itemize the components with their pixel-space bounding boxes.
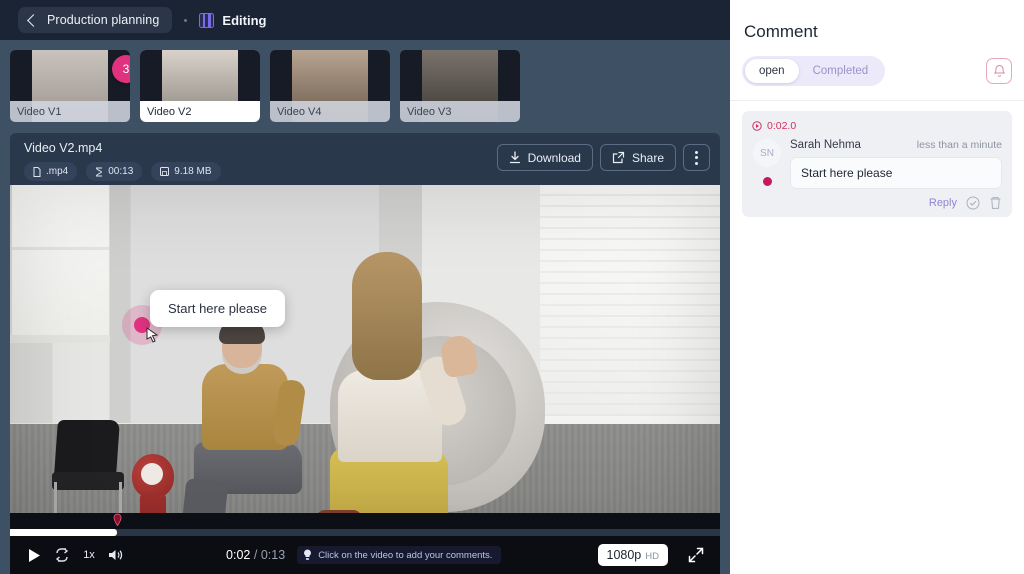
thumbnail-item-video-v3[interactable]: Video V3 [400,50,520,122]
thumbnail-item-video-v2[interactable]: Video V2 [140,50,260,122]
thumbnail-item-video-v1[interactable]: 3 Video V1 [10,50,130,122]
video-player-stage[interactable]: Start here please 1x 0:02 / 0:13 Click o… [10,185,720,574]
comment-header: Sarah Nehma less than a minute [790,139,1002,151]
share-button[interactable]: Share [599,144,676,171]
comments-panel-title: Comment [744,22,818,41]
quality-label: 1080p [606,548,642,562]
file-duration-chip: 00:13 [86,162,143,181]
player-right-controls: 1080p HD [597,541,711,569]
bell-icon [993,64,1005,77]
playback-speed-button[interactable]: 1x [76,549,102,561]
fullscreen-icon [688,547,704,563]
play-icon [28,548,40,562]
share-label: Share [631,150,664,165]
thumbnail-label: Video V1 [10,101,130,122]
volume-button[interactable] [102,541,130,569]
loop-button[interactable] [48,541,76,569]
breadcrumb-separator-dot [184,18,188,22]
timeline-marker-track[interactable] [10,513,720,529]
comment-author: Sarah Nehma [790,139,861,151]
tab-open[interactable]: open [745,59,799,83]
comment-timestamp-row[interactable]: 0:02.0 [752,120,1002,132]
thumbnail-label: Video V4 [270,101,390,122]
comments-status-tabs: open Completed [742,56,886,86]
comment-timestamp: 0:02.0 [767,120,797,132]
file-actions: Download Share [496,144,710,171]
thumbnail-label: Video V3 [400,101,520,122]
panel-divider [730,100,1024,101]
chevron-left-icon [27,13,40,27]
volume-icon [109,550,123,560]
quality-selector[interactable]: 1080p HD [597,544,668,566]
play-button[interactable] [20,541,48,569]
current-time: 0:02 [226,548,251,562]
video-thumbnail-strip: 3 Video V1 Video V2 Video V4 Video V3 [0,40,730,125]
progress-bar[interactable] [10,529,720,536]
breadcrumb-section[interactable]: Editing [199,12,267,28]
time-separator: / [253,548,258,562]
thumbnail-label: Video V2 [140,101,260,122]
comment-hint-text: Click on the video to add your comments. [318,549,493,561]
comment-body-row: SN Sarah Nehma less than a minute Start … [752,139,1002,210]
breadcrumb-project-label: Production planning [47,13,160,27]
comment-actions: Reply [790,196,1002,210]
tab-completed[interactable]: Completed [799,59,883,83]
file-icon [33,166,41,177]
pointer-cursor-icon [146,327,159,343]
comment-age: less than a minute [916,139,1002,151]
more-options-button[interactable] [683,144,710,171]
file-size-label: 9.18 MB [174,166,212,177]
player-controls: 1x 0:02 / 0:13 Click on the video to add… [10,513,720,574]
file-size-chip: 9.18 MB [151,162,221,181]
thumbnail-item-video-v4[interactable]: Video V4 [270,50,390,122]
check-circle-icon[interactable] [966,196,980,210]
play-circle-icon [752,121,762,131]
app-root: Production planning Editing 3 Video V1 V… [0,0,1024,574]
total-time: 0:13 [260,548,286,562]
hourglass-icon [96,167,103,176]
comment-avatar-column: SN [752,139,782,210]
breadcrumb-back-button[interactable]: Production planning [18,7,173,33]
comment-card[interactable]: 0:02.0 SN Sarah Nehma less than a minute… [742,111,1012,217]
file-format-chip: .mp4 [24,162,78,181]
trash-icon[interactable] [989,196,1002,210]
video-annotation-bubble: Start here please [150,290,286,327]
editor-left-pane: Production planning Editing 3 Video V1 V… [0,0,730,574]
avatar: SN [753,139,781,167]
file-info-bar: Video V2.mp4 .mp4 00:13 9.18 MB Download… [10,133,720,185]
loop-icon [55,548,69,562]
film-strip-icon [199,12,215,28]
comments-filter-row: open Completed [730,42,1024,86]
download-button[interactable]: Download [496,144,593,171]
comment-pin-dot [762,177,772,186]
controls-row: 1x 0:02 / 0:13 Click on the video to add… [10,536,720,574]
file-format-label: .mp4 [46,166,69,177]
time-display: 0:02 / 0:13 [226,548,285,562]
comments-panel: Comment open Completed 0:02.0 SN Sarah N… [730,0,1024,574]
comment-content: Sarah Nehma less than a minute Start her… [790,139,1002,210]
comment-text: Start here please [790,157,1002,189]
file-duration-label: 00:13 [108,166,134,177]
progress-fill [10,529,117,536]
comment-hint: Click on the video to add your comments. [297,546,502,564]
quality-badge: HD [645,551,659,562]
breadcrumb-section-label: Editing [222,12,267,28]
download-label: Download [527,150,581,165]
notifications-button[interactable] [986,58,1012,84]
reply-button[interactable]: Reply [929,197,957,209]
external-link-icon [612,151,625,164]
download-icon [509,151,520,164]
lightbulb-icon [304,549,312,560]
kebab-menu-icon [695,150,698,165]
fullscreen-button[interactable] [682,541,710,569]
top-navigation-bar: Production planning Editing [0,0,730,40]
save-disk-icon [160,167,170,176]
timeline-comment-marker[interactable] [113,513,122,526]
